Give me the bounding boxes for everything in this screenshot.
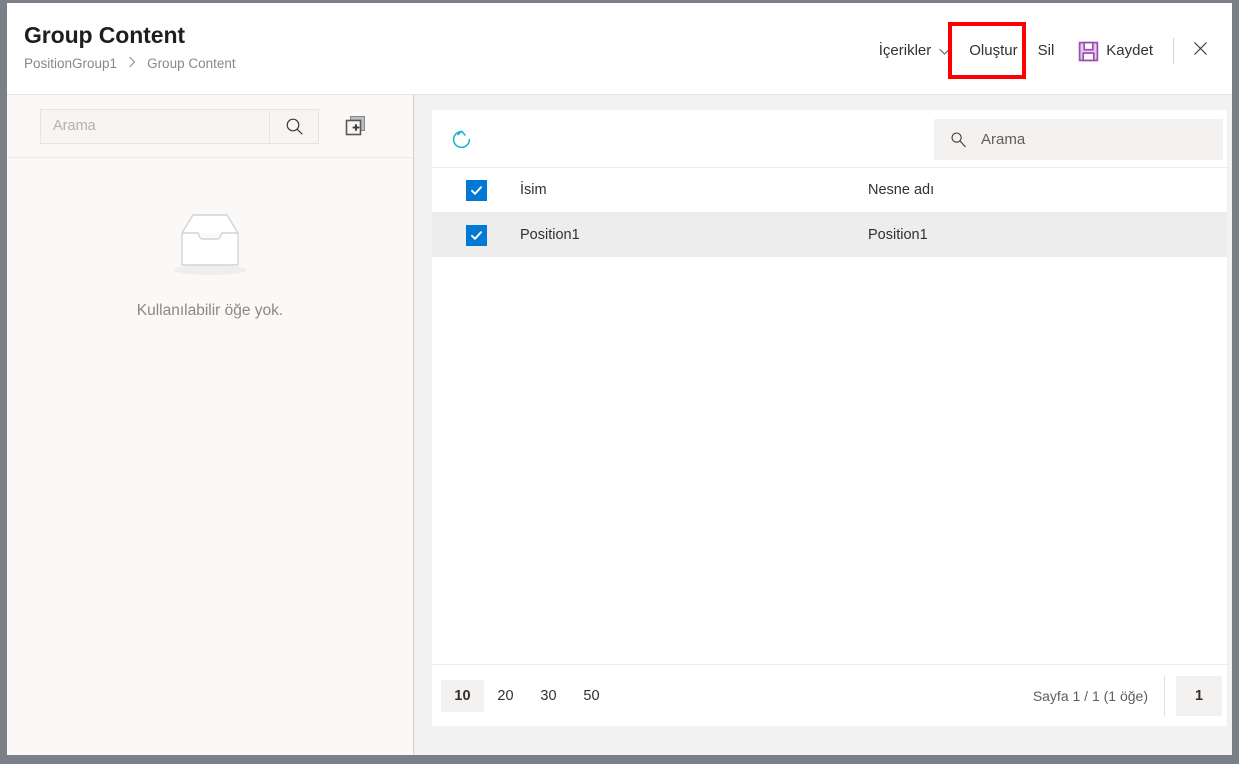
select-all-cell <box>432 180 520 201</box>
select-all-checkbox[interactable] <box>466 180 487 201</box>
cell-name: Position1 <box>520 227 868 243</box>
right-panel: İsim Nesne adı Position1 Positio <box>415 95 1232 755</box>
contents-dropdown-button[interactable]: İçerikler <box>869 37 960 65</box>
contents-dropdown-label: İçerikler <box>879 41 932 61</box>
page-size-50[interactable]: 50 <box>570 680 613 712</box>
pagination-bar: 10 20 30 50 Sayfa 1 / 1 (1 öğe) 1 <box>432 664 1227 726</box>
page-size-30[interactable]: 30 <box>527 680 570 712</box>
page-title: Group Content <box>24 21 236 50</box>
page-header: Group Content PositionGroup1 Group Conte… <box>7 3 1232 95</box>
pagination-divider <box>1164 676 1165 716</box>
card-toolbar <box>432 110 1227 168</box>
left-search-box[interactable] <box>40 109 319 144</box>
chevron-right-icon <box>126 56 138 70</box>
empty-inbox-icon <box>169 266 251 283</box>
page-size-10[interactable]: 10 <box>441 680 484 712</box>
left-toolbar <box>7 95 413 158</box>
left-empty-state: Kullanılabilir öğe yok. <box>7 207 413 320</box>
content-card: İsim Nesne adı Position1 Positio <box>432 110 1227 726</box>
close-button[interactable] <box>1184 36 1217 66</box>
empty-state-label: Kullanılabilir öğe yok. <box>7 302 413 320</box>
table-header-row: İsim Nesne adı <box>432 168 1227 213</box>
save-button[interactable]: Kaydet <box>1064 37 1163 66</box>
page-info-label: Sayfa 1 / 1 (1 öğe) <box>1033 688 1164 704</box>
cell-object-name: Position1 <box>868 227 1227 243</box>
column-header-object-name[interactable]: Nesne adı <box>868 182 1227 198</box>
breadcrumb-item-parent[interactable]: PositionGroup1 <box>24 55 117 72</box>
page-number-button[interactable]: 1 <box>1176 676 1222 716</box>
chevron-down-icon <box>938 44 949 55</box>
card-search-input[interactable] <box>967 130 1223 149</box>
save-icon <box>1078 41 1099 62</box>
content-table: İsim Nesne adı Position1 Positio <box>432 168 1227 257</box>
search-icon <box>950 131 967 148</box>
delete-button[interactable]: Sil <box>1028 37 1065 65</box>
add-item-icon[interactable] <box>342 112 370 140</box>
row-select-cell <box>432 225 520 246</box>
breadcrumb-item-current: Group Content <box>147 55 236 72</box>
page-size-20[interactable]: 20 <box>484 680 527 712</box>
header-actions: İçerikler Oluştur Sil <box>869 36 1217 66</box>
row-checkbox[interactable] <box>466 225 487 246</box>
close-icon <box>1192 40 1209 62</box>
left-search-input[interactable] <box>41 110 269 143</box>
app-window: Group Content PositionGroup1 Group Conte… <box>7 3 1232 755</box>
body-area: Kullanılabilir öğe yok. <box>7 95 1232 755</box>
save-button-label: Kaydet <box>1106 41 1153 61</box>
card-search-box[interactable] <box>934 119 1223 160</box>
column-header-name[interactable]: İsim <box>520 182 868 198</box>
title-block: Group Content PositionGroup1 Group Conte… <box>24 21 236 72</box>
header-divider <box>1173 38 1174 64</box>
table-row[interactable]: Position1 Position1 <box>432 213 1227 257</box>
create-button-label: Oluştur <box>969 41 1017 61</box>
page-size-selector: 10 20 30 50 <box>441 680 613 712</box>
delete-button-label: Sil <box>1038 41 1055 61</box>
pagination-right: Sayfa 1 / 1 (1 öğe) 1 <box>1033 665 1227 726</box>
search-icon[interactable] <box>269 110 318 143</box>
refresh-icon[interactable] <box>446 124 476 154</box>
create-button[interactable]: Oluştur <box>959 37 1027 65</box>
breadcrumb: PositionGroup1 Group Content <box>24 55 236 72</box>
left-panel: Kullanılabilir öğe yok. <box>7 95 414 755</box>
